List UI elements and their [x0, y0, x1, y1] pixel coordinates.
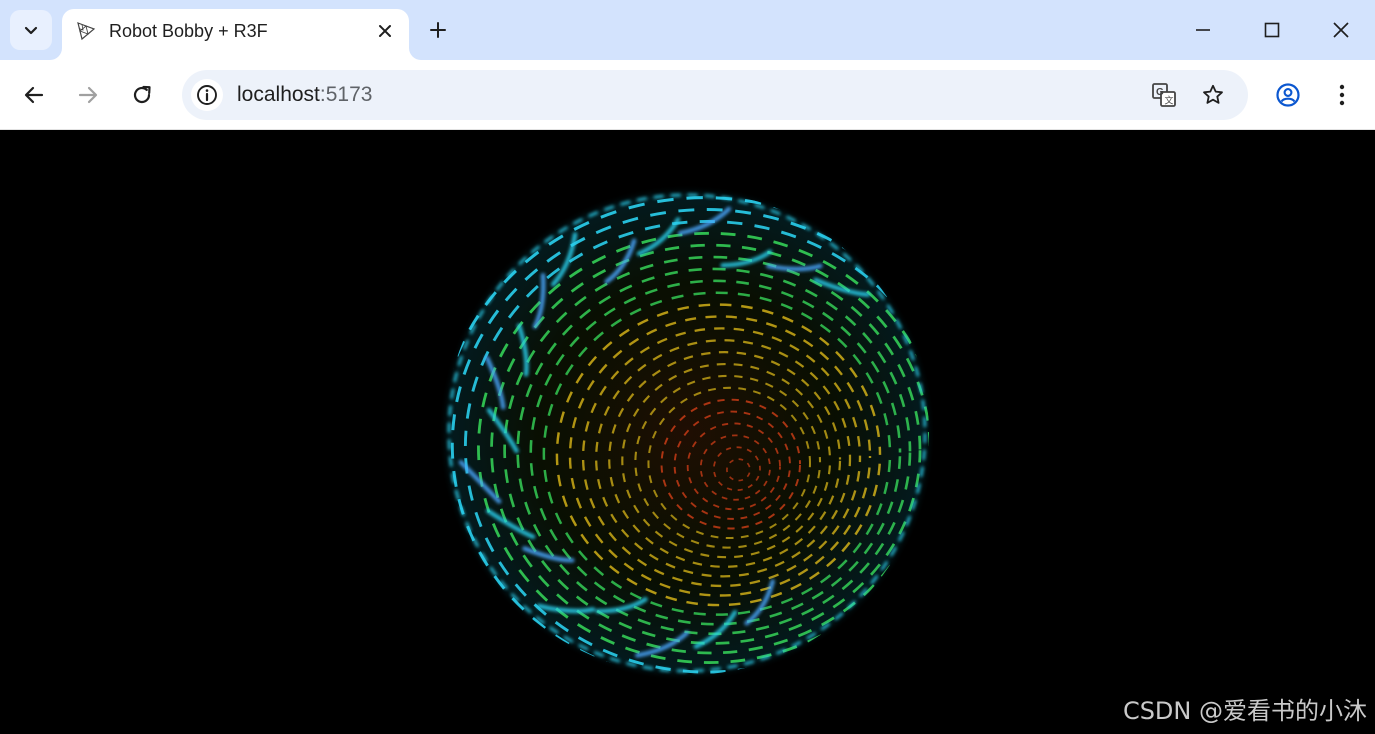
translate-icon: G 文: [1152, 83, 1176, 107]
menu-button[interactable]: [1327, 80, 1357, 110]
webgl-canvas[interactable]: CSDN @爱看书的小沐: [0, 131, 1375, 734]
account-icon: [1276, 83, 1300, 107]
back-arrow-icon: [24, 86, 44, 104]
minimize-button[interactable]: [1186, 14, 1220, 46]
minimize-icon: [1196, 29, 1210, 31]
svg-text:文: 文: [1165, 95, 1174, 107]
forward-arrow-icon: [78, 86, 98, 104]
watermark: CSDN @爱看书的小沐: [1122, 697, 1367, 725]
back-button[interactable]: [19, 80, 49, 110]
svg-text:G: G: [1156, 87, 1164, 98]
threejs-logo-icon: [77, 22, 96, 41]
reload-icon: [133, 85, 151, 104]
particle-sphere: [439, 185, 935, 681]
tab-search-button[interactable]: [10, 10, 52, 50]
address-bar[interactable]: localhost:5173 G 文: [182, 70, 1248, 120]
site-info-button[interactable]: [191, 79, 223, 111]
url-port: :5173: [319, 83, 373, 106]
url-text[interactable]: localhost:5173: [237, 83, 372, 107]
reload-button[interactable]: [127, 80, 157, 110]
plus-icon: [430, 22, 446, 38]
translate-button[interactable]: G 文: [1150, 81, 1178, 109]
forward-button[interactable]: [73, 80, 103, 110]
chevron-down-icon: [24, 26, 38, 35]
url-host: localhost: [237, 83, 320, 106]
more-vert-icon: [1339, 84, 1345, 106]
active-tab[interactable]: Robot Bobby + R3F: [62, 9, 409, 60]
bookmark-button[interactable]: [1199, 81, 1227, 109]
new-tab-button[interactable]: [424, 16, 452, 44]
maximize-icon: [1264, 22, 1280, 38]
tab-strip: Robot Bobby + R3F: [0, 0, 1375, 60]
info-icon: [197, 85, 217, 105]
close-icon: [1333, 22, 1349, 38]
star-icon: [1203, 84, 1223, 104]
maximize-button[interactable]: [1255, 14, 1289, 46]
tab-title: Robot Bobby + R3F: [109, 21, 268, 41]
browser-toolbar: localhost:5173 G 文: [0, 60, 1375, 130]
close-icon: [379, 25, 391, 37]
profile-button[interactable]: [1273, 80, 1303, 110]
close-window-button[interactable]: [1324, 14, 1358, 46]
tab-close-button[interactable]: [374, 20, 396, 42]
